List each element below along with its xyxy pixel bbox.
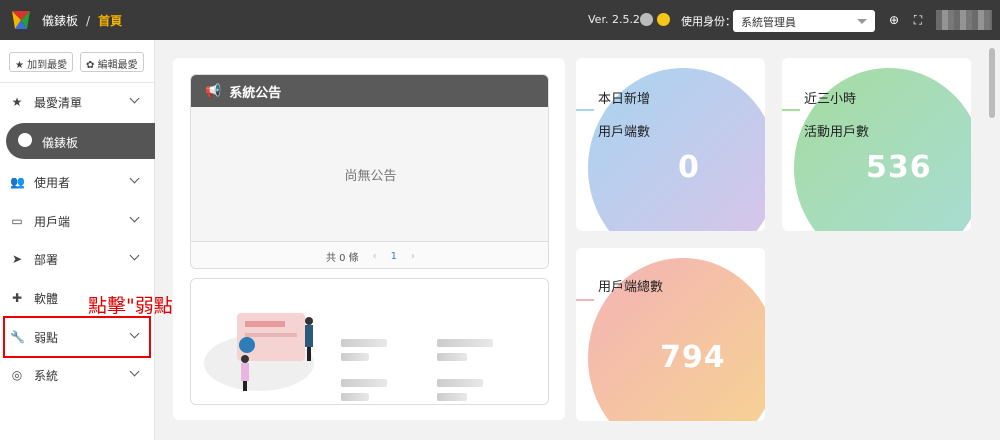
sidebar-item-dashboard[interactable]: 儀錶板 [6, 123, 155, 159]
app-logo-icon[interactable] [10, 9, 32, 31]
stat-card-active-3h: 近三小時 活動用戶數 536 [782, 58, 971, 231]
sidebar-item-system[interactable]: ◎ 系統 [0, 360, 155, 390]
breadcrumb: 儀錶板 / 首頁 [42, 12, 122, 29]
chevron-down-icon [129, 250, 140, 261]
stat-label: 用戶端總數 [598, 280, 664, 295]
sidebar-item-users[interactable]: 👥 使用者 [0, 167, 155, 197]
sidebar-item-label: 最愛清單 [34, 95, 83, 110]
blurred-text [341, 339, 387, 347]
sidebar-item-label: 使用者 [34, 175, 71, 190]
blurred-text [341, 353, 369, 361]
stat-label: 近三小時 [804, 92, 857, 107]
sidebar-item-favorites[interactable]: ★ 最愛清單 [0, 87, 155, 117]
license-icon[interactable] [657, 13, 670, 26]
add-favorite-button[interactable]: ★ 加到最愛 [9, 52, 74, 72]
breadcrumb-app[interactable]: 儀錶板 [42, 12, 78, 29]
blurred-text [437, 379, 483, 387]
chevron-down-icon [129, 212, 140, 223]
sidebar-item-label: 部署 [34, 252, 59, 267]
blurred-text [341, 379, 387, 387]
version-label: Ver. 2.5.2 [588, 13, 640, 26]
blurred-text [341, 393, 369, 401]
role-select[interactable]: 系統管理員 [733, 10, 875, 32]
chevron-down-icon [129, 93, 140, 104]
stat-label: 活動用戶數 [804, 125, 870, 140]
blurred-text [437, 353, 467, 361]
sidebar-item-label: 軟體 [34, 291, 59, 306]
breadcrumb-current: 首頁 [98, 14, 123, 28]
role-value: 系統管理員 [741, 16, 796, 29]
role-label: 使用身份： [681, 15, 736, 28]
stat-value: 794 [660, 340, 726, 375]
chevron-down-icon [857, 19, 867, 24]
fullscreen-icon[interactable]: ⛶ [911, 13, 925, 27]
star-icon: ★ [11, 95, 23, 109]
puzzle-icon: ✚ [11, 291, 23, 305]
stat-accent [576, 299, 594, 301]
stat-accent [576, 109, 594, 111]
stat-card-total-clients: 用戶端總數 794 [576, 248, 765, 421]
sidebar-item-clients[interactable]: ▭ 用戶端 [0, 206, 155, 236]
pagination: 共 0 條 ‹ 1 › [191, 241, 548, 268]
announcement-card: 📢 系統公告 尚無公告 共 0 條 ‹ 1 › [190, 74, 549, 269]
promo-banner [190, 278, 549, 405]
highlight-box [3, 316, 151, 358]
stat-label: 用戶端數 [598, 125, 651, 140]
sidebar-item-label: 系統 [34, 368, 59, 383]
announcement-title: 系統公告 [229, 85, 282, 101]
announcement-header: 📢 系統公告 [191, 75, 548, 107]
stat-value: 0 [678, 150, 700, 185]
blurred-text [437, 393, 467, 401]
monitor-icon: ▭ [11, 214, 23, 228]
notification-icon[interactable] [640, 13, 653, 26]
send-icon: ➤ [11, 252, 23, 266]
user-avatar[interactable] [936, 10, 992, 30]
top-bar: 儀錶板 / 首頁 Ver. 2.5.2 使用身份： 系統管理員 ⊕ ⛶ [0, 0, 1000, 40]
users-icon: 👥 [10, 175, 25, 189]
globe-icon[interactable]: ⊕ [887, 13, 901, 27]
sidebar-item-label: 儀錶板 [42, 136, 79, 150]
stat-accent [782, 109, 800, 111]
scrollbar[interactable] [989, 48, 995, 118]
sidebar-item-deploy[interactable]: ➤ 部署 [0, 244, 155, 274]
stat-card-new-today: 本日新增 用戶端數 0 [576, 58, 765, 231]
star-icon: ★ [15, 60, 24, 71]
chevron-down-icon [129, 366, 140, 377]
chevron-right-icon[interactable]: › [411, 251, 415, 262]
dashboard-icon [18, 133, 32, 147]
sidebar-divider [0, 82, 155, 83]
add-favorite-label: 加到最愛 [27, 60, 68, 71]
gear-icon: ✿ [86, 60, 95, 71]
illustration [204, 313, 314, 391]
pagination-total: 共 0 條 [325, 252, 359, 264]
stat-label: 本日新增 [598, 92, 651, 107]
edit-favorite-button[interactable]: ✿ 編輯最愛 [80, 52, 144, 72]
stat-value: 536 [866, 150, 932, 185]
sidebar-item-label: 用戶端 [34, 214, 71, 229]
edit-favorite-label: 編輯最愛 [97, 60, 138, 71]
blurred-text [437, 339, 493, 347]
breadcrumb-separator: / [86, 13, 91, 28]
sidebar: ★ 加到最愛 ✿ 編輯最愛 ★ 最愛清單 儀錶板 👥 使用者 ▭ 用戶端 ➤ 部… [0, 40, 155, 440]
chevron-down-icon [129, 173, 140, 184]
chevron-left-icon[interactable]: ‹ [373, 251, 377, 262]
pagination-page[interactable]: 1 [391, 251, 397, 262]
megaphone-icon: 📢 [205, 83, 222, 99]
globe-icon: ◎ [11, 368, 23, 382]
announcement-empty-text: 尚無公告 [344, 169, 397, 184]
